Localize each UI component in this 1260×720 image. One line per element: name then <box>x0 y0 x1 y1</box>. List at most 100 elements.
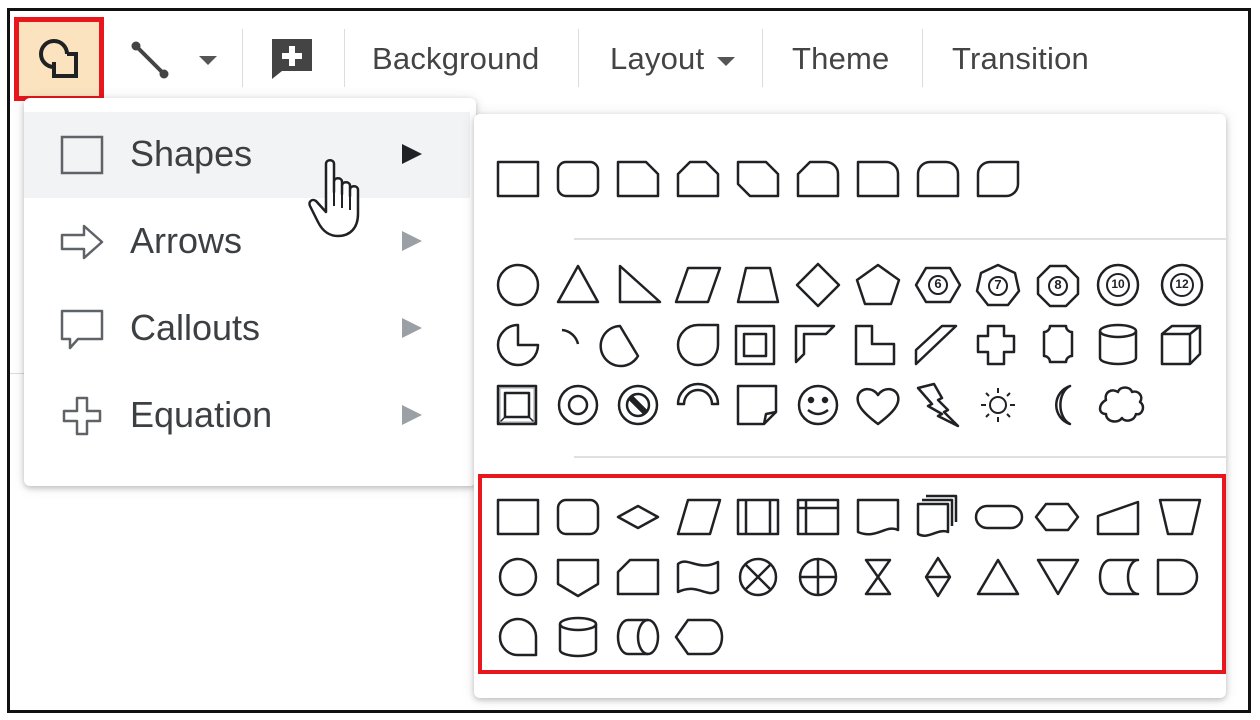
theme-button[interactable]: Theme <box>792 37 889 81</box>
submenu-arrow-icon <box>402 318 422 338</box>
lightning-bolt-shape-icon[interactable] <box>916 382 960 428</box>
off-page-connector-shape-icon[interactable] <box>556 558 600 598</box>
right-triangle-shape-icon[interactable] <box>618 264 662 304</box>
hand-pointer-cursor-icon <box>308 159 360 238</box>
merge-shape-icon[interactable] <box>1036 558 1080 596</box>
toolbar-separator <box>242 29 243 87</box>
terminator-shape-icon[interactable] <box>974 504 1024 530</box>
add-comment-button[interactable] <box>264 31 320 87</box>
submenu-arrow-icon <box>402 231 422 251</box>
plaque-shape-icon[interactable] <box>1042 324 1074 364</box>
hexagon-number-label: 6 <box>934 276 942 291</box>
line-tool-button[interactable] <box>114 23 186 97</box>
round-same-side-shape-icon[interactable] <box>916 160 960 198</box>
teardrop-shape-icon[interactable] <box>676 323 720 367</box>
section-divider <box>574 238 1228 240</box>
cross-shape-icon[interactable] <box>976 324 1016 366</box>
pie-shape-icon[interactable] <box>496 323 540 367</box>
snip-round-single-shape-icon[interactable] <box>796 160 840 198</box>
caret-down-icon <box>717 56 736 66</box>
round-single-corner-shape-icon[interactable] <box>856 160 900 198</box>
direct-access-storage-shape-icon[interactable] <box>616 618 660 656</box>
manual-operation-shape-icon[interactable] <box>1158 498 1202 536</box>
shape-tool-button[interactable] <box>14 17 104 101</box>
snip-same-side-shape-icon[interactable] <box>676 160 720 198</box>
donut-shape-icon[interactable] <box>557 384 599 426</box>
rectangle-shape-icon[interactable] <box>496 160 540 198</box>
background-button[interactable]: Background <box>372 37 539 81</box>
diamond-shape-icon[interactable] <box>795 262 841 308</box>
preparation-shape-icon[interactable] <box>1034 502 1080 532</box>
bevel-shape-icon[interactable] <box>496 384 538 426</box>
extract-shape-icon[interactable] <box>976 558 1020 596</box>
pentagon-shape-icon[interactable] <box>855 263 901 306</box>
moon-shape-icon[interactable] <box>1055 384 1072 426</box>
rounded-rectangle-shape-icon[interactable] <box>556 160 600 198</box>
trapezoid-shape-icon[interactable] <box>736 266 780 304</box>
transition-button[interactable]: Transition <box>952 37 1089 81</box>
frame-shape-icon[interactable] <box>734 324 776 366</box>
half-frame-shape-icon[interactable] <box>794 324 836 364</box>
menu-item-arrows[interactable]: Arrows <box>24 199 470 285</box>
decision-shape-icon[interactable] <box>616 504 660 530</box>
no-symbol-shape-icon[interactable] <box>617 384 659 426</box>
manual-input-shape-icon[interactable] <box>1096 500 1140 536</box>
can-shape-icon[interactable] <box>1098 323 1138 366</box>
delay-shape-icon[interactable] <box>1156 558 1199 596</box>
parallelogram-shape-icon[interactable] <box>674 266 722 304</box>
cube-shape-icon[interactable] <box>1160 324 1202 366</box>
multidocument-shape-icon[interactable] <box>916 494 958 537</box>
stored-data-shape-icon[interactable] <box>1098 558 1140 596</box>
toolbar-separator <box>578 29 579 87</box>
chord-shape-icon[interactable] <box>599 324 640 368</box>
layout-button[interactable]: Layout <box>610 37 737 81</box>
internal-storage-shape-icon[interactable] <box>796 498 840 536</box>
collate-shape-icon[interactable] <box>864 558 892 596</box>
data-shape-icon[interactable] <box>676 498 722 536</box>
menu-item-label: Arrows <box>130 220 243 261</box>
triangle-shape-icon[interactable] <box>556 264 600 304</box>
alternate-process-shape-icon[interactable] <box>556 498 600 536</box>
or-shape-icon[interactable] <box>798 557 838 597</box>
snip-single-corner-shape-icon[interactable] <box>616 160 660 198</box>
display-shape-icon[interactable] <box>674 618 724 656</box>
sequential-access-shape-icon[interactable] <box>498 617 538 657</box>
octagon-number-label: 8 <box>1054 277 1062 292</box>
process-shape-icon[interactable] <box>496 498 540 536</box>
connector-shape-icon[interactable] <box>498 557 538 597</box>
submenu-arrow-icon <box>402 144 422 164</box>
diagonal-stripe-shape-icon[interactable] <box>914 324 958 366</box>
submenu-arrow-icon <box>402 405 422 425</box>
block-arc-shape-icon[interactable] <box>676 382 720 406</box>
toolbar: Background Layout Theme Transition <box>10 11 1248 111</box>
heart-shape-icon[interactable] <box>856 387 900 426</box>
dodecagon-number-label: 12 <box>1175 277 1189 291</box>
sort-shape-icon[interactable] <box>924 556 952 598</box>
folded-corner-shape-icon[interactable] <box>736 384 778 426</box>
shape-row-basic-2 <box>496 323 1202 368</box>
document-shape-icon[interactable] <box>856 498 900 536</box>
toolbar-separator <box>922 29 923 87</box>
smiley-shape-icon[interactable] <box>797 384 839 426</box>
cloud-shape-icon[interactable] <box>1098 386 1145 423</box>
section-divider <box>574 456 1228 458</box>
ellipse-shape-icon[interactable] <box>496 263 540 307</box>
line-dropdown-button[interactable] <box>196 47 220 71</box>
summing-junction-shape-icon[interactable] <box>738 557 778 597</box>
shape-menu: Shapes Arrows Callouts Equation <box>24 98 476 486</box>
shape-row-flowchart-1 <box>496 494 1202 537</box>
menu-item-label: Shapes <box>130 133 253 174</box>
card-shape-icon[interactable] <box>616 558 660 596</box>
shape-row-rectangles <box>496 160 1020 198</box>
sun-shape-icon[interactable] <box>981 388 1015 422</box>
menu-item-shapes[interactable]: Shapes <box>24 112 470 198</box>
punched-tape-shape-icon[interactable] <box>676 560 720 595</box>
arc-shape-icon[interactable] <box>561 328 580 345</box>
menu-item-equation[interactable]: Equation <box>24 373 470 459</box>
predefined-process-shape-icon[interactable] <box>736 498 780 536</box>
menu-item-callouts[interactable]: Callouts <box>24 286 470 372</box>
l-shape-icon[interactable] <box>854 324 896 366</box>
snip-diagonal-shape-icon[interactable] <box>736 160 780 198</box>
magnetic-disk-shape-icon[interactable] <box>558 616 598 658</box>
round-diagonal-shape-icon[interactable] <box>976 160 1020 198</box>
